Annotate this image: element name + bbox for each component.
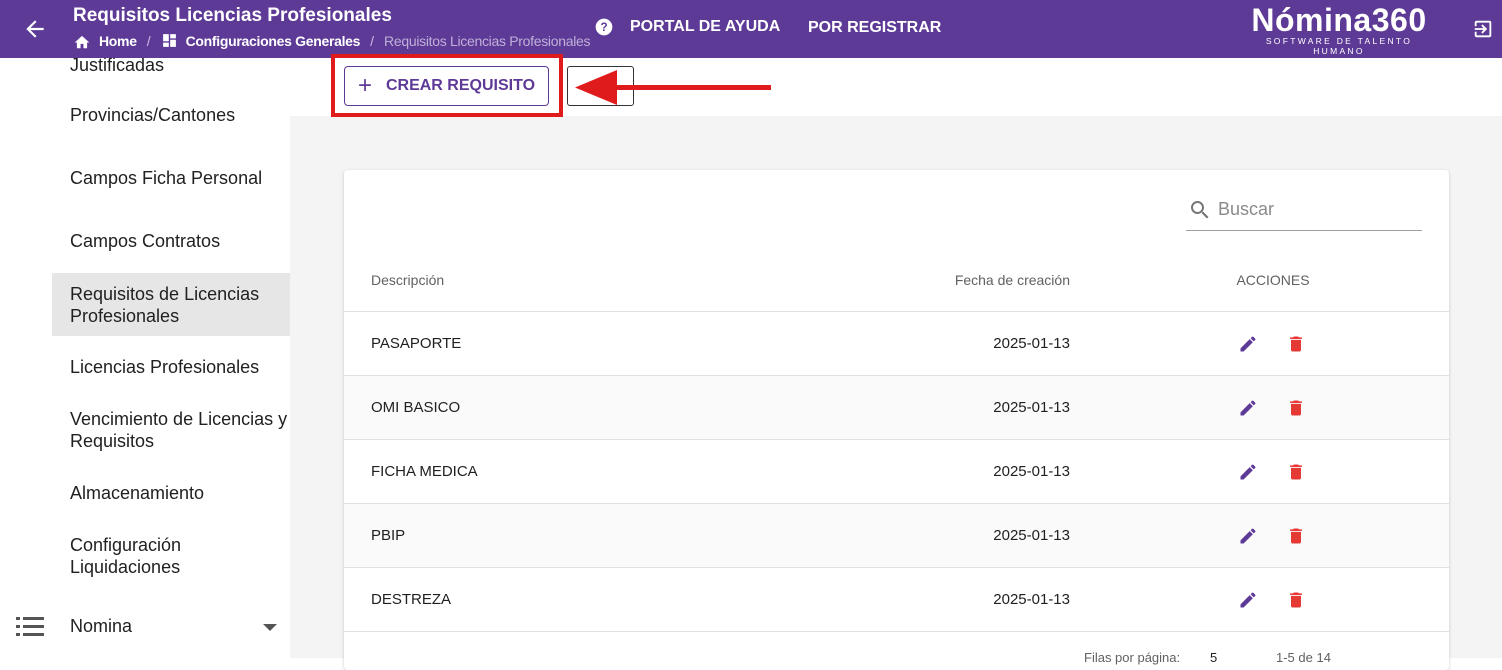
- delete-trash-icon[interactable]: [1286, 526, 1306, 546]
- edit-pencil-icon[interactable]: [1238, 398, 1258, 418]
- sidebar: Justificadas Provincias/Cantones Campos …: [0, 58, 290, 658]
- home-icon: [74, 35, 90, 48]
- nomina360-logo: Nómina360 SOFTWARE DE TALENTO HUMANO: [1239, 3, 1439, 56]
- sidebar-item-liquidaciones[interactable]: Configuración Liquidaciones: [52, 533, 290, 579]
- logo-tagline: SOFTWARE DE TALENTO HUMANO: [1265, 36, 1413, 56]
- cell-description: PBIP: [371, 527, 406, 544]
- search-input[interactable]: [1216, 198, 1420, 221]
- table-row: OMI BASICO 2025-01-13: [344, 375, 1449, 440]
- sidebar-item-nomina-label: Nomina: [70, 616, 133, 636]
- app-header: Requisitos Licencias Profesionales Home …: [0, 0, 1502, 58]
- delete-trash-icon[interactable]: [1286, 334, 1306, 354]
- search-icon: [1191, 201, 1209, 219]
- annotation-highlight-box: [331, 54, 563, 117]
- list-icon: [16, 617, 44, 636]
- sidebar-item-almacenamiento[interactable]: Almacenamiento: [52, 481, 290, 505]
- sidebar-item-justificadas[interactable]: Justificadas: [52, 58, 290, 78]
- breadcrumb-current: Requisitos Licencias Profesionales: [384, 32, 591, 49]
- sidebar-item-campos-contratos[interactable]: Campos Contratos: [52, 229, 290, 253]
- cell-date: 2025-01-13: [993, 399, 1070, 416]
- annotation-arrow-icon: [575, 70, 771, 105]
- requisitos-table-card: Descripción Fecha de creación ACCIONES P…: [344, 170, 1449, 670]
- sidebar-item-provincias[interactable]: Provincias/Cantones: [52, 103, 290, 127]
- table-row: PASAPORTE 2025-01-13: [344, 311, 1449, 376]
- sidebar-item-licencias-profesionales[interactable]: Licencias Profesionales: [52, 355, 290, 379]
- breadcrumb-separator: /: [146, 32, 151, 49]
- delete-trash-icon[interactable]: [1286, 462, 1306, 482]
- edit-pencil-icon[interactable]: [1238, 590, 1258, 610]
- cell-description: OMI BASICO: [371, 399, 461, 416]
- dashboard-icon: [162, 34, 176, 47]
- breadcrumb-config[interactable]: Configuraciones Generales: [161, 32, 361, 49]
- search-box[interactable]: [1186, 196, 1422, 231]
- table-row: FICHA MEDICA 2025-01-13: [344, 439, 1449, 504]
- page-title: Requisitos Licencias Profesionales: [73, 5, 392, 26]
- table-row: PBIP 2025-01-13: [344, 503, 1449, 568]
- back-arrow-icon[interactable]: [22, 16, 48, 42]
- sidebar-item-vencimiento[interactable]: Vencimiento de Licencias y Requisitos: [52, 407, 290, 453]
- svg-text:?: ?: [600, 21, 607, 34]
- breadcrumb-config-label: Configuraciones Generales: [185, 32, 361, 49]
- column-header-date[interactable]: Fecha de creación: [904, 272, 1070, 288]
- delete-trash-icon[interactable]: [1286, 398, 1306, 418]
- sidebar-item-requisitos-licencias[interactable]: Requisitos de Licencias Profesionales: [52, 273, 290, 336]
- cell-date: 2025-01-13: [993, 463, 1070, 480]
- logo-text: Nómina360: [1251, 2, 1427, 38]
- cell-date: 2025-01-13: [993, 591, 1070, 608]
- breadcrumb: Home / Configuraciones Generales / Requi…: [73, 32, 590, 49]
- edit-pencil-icon[interactable]: [1238, 334, 1258, 354]
- table-footer-divider: [344, 631, 1449, 632]
- column-header-description[interactable]: Descripción: [371, 272, 444, 288]
- sidebar-item-nomina[interactable]: Nomina: [0, 613, 290, 641]
- column-header-actions: ACCIONES: [1236, 272, 1310, 288]
- cell-date: 2025-01-13: [993, 527, 1070, 544]
- breadcrumb-separator: /: [370, 32, 375, 49]
- delete-trash-icon[interactable]: [1286, 590, 1306, 610]
- breadcrumb-home[interactable]: Home: [73, 33, 137, 49]
- table-row: DESTREZA 2025-01-13: [344, 567, 1449, 632]
- help-portal-link[interactable]: ? PORTAL DE AYUDA: [594, 17, 780, 37]
- edit-pencil-icon[interactable]: [1238, 462, 1258, 482]
- edit-pencil-icon[interactable]: [1238, 526, 1258, 546]
- logout-icon[interactable]: [1472, 18, 1494, 45]
- cell-date: 2025-01-13: [993, 335, 1070, 352]
- breadcrumb-home-label: Home: [99, 32, 137, 49]
- cell-description: FICHA MEDICA: [371, 463, 478, 480]
- help-icon: ?: [595, 18, 613, 36]
- chevron-down-icon: [263, 624, 277, 631]
- cell-description: DESTREZA: [371, 591, 452, 608]
- help-portal-label: PORTAL DE AYUDA: [630, 18, 781, 35]
- sidebar-item-campos-ficha[interactable]: Campos Ficha Personal: [52, 166, 290, 190]
- cell-description: PASAPORTE: [371, 335, 462, 352]
- register-link[interactable]: POR REGISTRAR: [808, 19, 941, 37]
